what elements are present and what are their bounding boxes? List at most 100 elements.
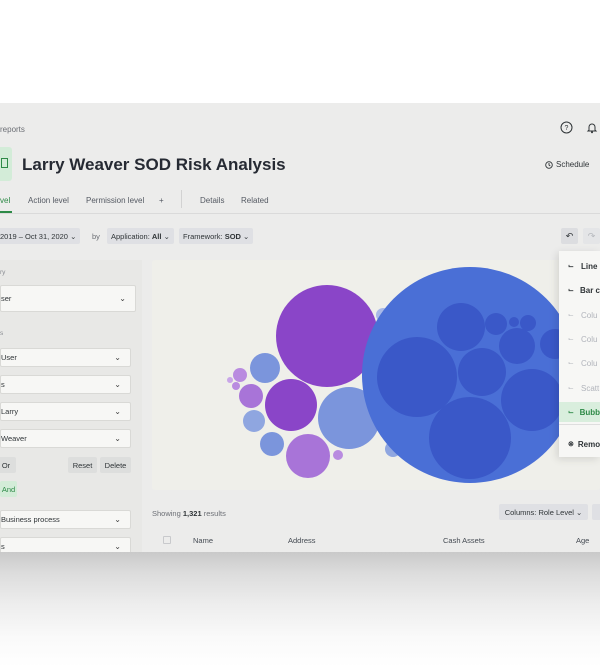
chevron-down-icon: ⌄	[114, 542, 121, 551]
bubble[interactable]	[233, 368, 247, 382]
menu-item-bubble[interactable]: ⌙ Bubb	[559, 402, 600, 422]
results-count: Showing 1,321 results	[152, 509, 226, 518]
schedule-button[interactable]: Schedule	[545, 160, 589, 169]
menu-item-bar[interactable]: ⌙ Bar c	[559, 280, 600, 300]
tab-related[interactable]: Related	[241, 196, 269, 205]
remove-circle-icon: ⊗	[568, 441, 574, 448]
date-range-filter[interactable]: 2019 – Oct 31, 2020 ⌄	[0, 228, 81, 244]
table-settings-icon[interactable]	[592, 504, 600, 520]
chevron-down-icon: ⌄	[243, 231, 250, 241]
tab-action-level[interactable]: Action level	[28, 196, 69, 205]
application-label: Application:	[111, 231, 150, 241]
chevron-down-icon: ⌄	[114, 407, 121, 416]
menu-item-column-2[interactable]: ⌙ Colu	[559, 329, 600, 349]
condition-select-6-value: s	[1, 542, 5, 551]
redo-button[interactable]: ↷	[583, 228, 600, 244]
results-suffix: results	[203, 509, 226, 518]
bubble[interactable]	[265, 379, 317, 431]
chevron-down-icon: ⌄	[114, 434, 121, 443]
category-select[interactable]: ser ⌄	[0, 285, 136, 312]
framework-filter[interactable]: Framework: SOD ⌄	[179, 228, 254, 244]
tab-details[interactable]: Details	[200, 196, 224, 205]
category-select-value: ser	[1, 294, 12, 303]
menu-item-column-1[interactable]: ⌙ Colu	[559, 305, 600, 325]
redo-icon: ↷	[587, 230, 596, 241]
bubble[interactable]	[458, 348, 506, 396]
columns-select[interactable]: Columns: Role Level ⌄	[499, 504, 588, 520]
business-process-select[interactable]: Business process ⌄	[0, 510, 131, 529]
tab-divider	[181, 190, 182, 208]
bar-chart-icon: ⌙	[568, 287, 574, 294]
bubble[interactable]	[520, 315, 536, 331]
bubble[interactable]	[239, 384, 263, 408]
chevron-down-icon: ⌄	[70, 231, 77, 241]
page-title: Larry Weaver SOD Risk Analysis	[22, 155, 286, 174]
top-icons: ?	[558, 119, 600, 135]
column-chart-icon: ⌙	[568, 336, 574, 343]
app-window: reports ? Larry Weaver SOD Risk Analysis…	[0, 103, 600, 552]
application-filter[interactable]: Application: All ⌄	[107, 228, 174, 244]
bubble[interactable]	[260, 432, 284, 456]
chevron-down-icon: ⌄	[119, 294, 126, 303]
undo-button[interactable]: ↶	[561, 228, 578, 244]
bubble[interactable]	[232, 382, 240, 390]
bubble-chart-panel	[152, 260, 600, 490]
help-icon[interactable]: ?	[558, 119, 574, 135]
bubble[interactable]	[377, 337, 457, 417]
condition-select-6[interactable]: s ⌄	[0, 537, 131, 552]
or-button[interactable]: Or	[0, 457, 16, 473]
menu-item-column-3[interactable]: ⌙ Colu	[559, 353, 600, 373]
chevron-down-icon: ⌄	[114, 515, 121, 524]
bubble[interactable]	[509, 317, 519, 327]
bubble[interactable]	[286, 434, 330, 478]
bubble[interactable]	[333, 450, 343, 460]
menu-item-remove[interactable]: ⊗ Remo	[559, 434, 600, 454]
bubble[interactable]	[501, 369, 563, 431]
bubble[interactable]	[429, 397, 511, 479]
condition-select-4[interactable]: Weaver ⌄	[0, 429, 131, 448]
undo-icon: ↶	[565, 230, 574, 241]
column-header-name[interactable]: Name	[193, 536, 213, 545]
bubble-chart	[227, 267, 578, 483]
menu-item-label: Scatt	[581, 383, 600, 393]
column-header-address[interactable]: Address	[288, 536, 316, 545]
condition-select-3[interactable]: Larry ⌄	[0, 402, 131, 421]
report-app-icon	[0, 147, 12, 181]
column-header-cash-assets[interactable]: Cash Assets	[443, 536, 485, 545]
menu-item-label: Bar c	[579, 285, 600, 295]
menu-item-label: Colu	[581, 358, 598, 368]
bubble[interactable]	[437, 303, 485, 351]
reset-button[interactable]: Reset	[68, 457, 97, 473]
results-prefix: Showing	[152, 509, 181, 518]
date-range-value: 2019 – Oct 31, 2020	[0, 231, 68, 241]
delete-button[interactable]: Delete	[100, 457, 131, 473]
chevron-down-icon: ⌄	[114, 380, 121, 389]
condition-select-1[interactable]: User ⌄	[0, 348, 131, 367]
bubble[interactable]	[485, 313, 507, 335]
menu-item-label: Colu	[581, 334, 598, 344]
columns-value: Role Level	[538, 507, 574, 517]
chart-type-menu: ⌙ Line ⌙ Bar c ⌙ Colu ⌙ Colu ⌙ Colu ⌙ Scatt ⌙ B…	[559, 251, 600, 457]
bubble[interactable]	[227, 377, 233, 383]
framework-label: Framework:	[183, 231, 223, 241]
bubble[interactable]	[499, 328, 535, 364]
bell-icon[interactable]	[584, 119, 600, 135]
tab-underline	[0, 213, 600, 214]
tab-permission-level[interactable]: Permission level	[86, 196, 144, 205]
svg-text:?: ?	[564, 125, 568, 132]
tab-add[interactable]: +	[159, 196, 164, 205]
chevron-down-icon: ⌄	[163, 231, 170, 241]
condition-select-2[interactable]: s ⌄	[0, 375, 131, 394]
menu-item-line[interactable]: ⌙ Line	[559, 256, 600, 276]
bubble[interactable]	[250, 353, 280, 383]
condition-select-4-value: Weaver	[1, 434, 27, 443]
menu-item-scatter[interactable]: ⌙ Scatt	[559, 378, 600, 398]
tab-role-level[interactable]: vel	[0, 196, 10, 205]
column-header-age[interactable]: Age	[576, 536, 589, 545]
bubble[interactable]	[243, 410, 265, 432]
clock-icon	[545, 160, 553, 169]
select-all-checkbox[interactable]	[163, 536, 171, 544]
breadcrumb[interactable]: reports	[0, 125, 25, 134]
and-button[interactable]: And	[0, 481, 17, 497]
columns-label: Columns:	[504, 507, 537, 517]
